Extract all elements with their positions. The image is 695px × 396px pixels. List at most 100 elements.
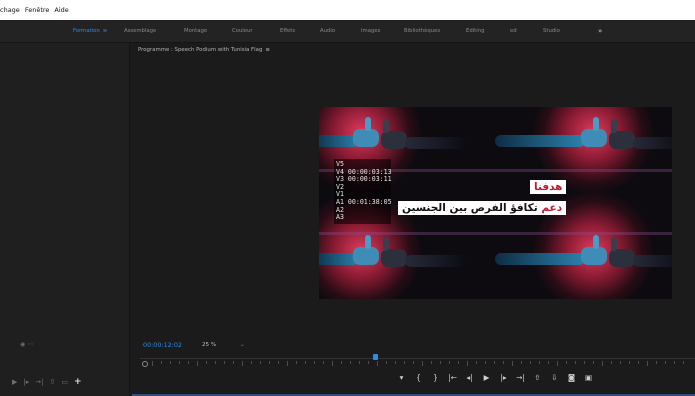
playhead-timecode[interactable]: 00:00:12:02 bbox=[143, 341, 182, 349]
ruler-tick bbox=[647, 361, 648, 366]
workspace-tab-formation[interactable]: Formation ≡ bbox=[73, 20, 107, 42]
mark-out-icon[interactable]: } bbox=[427, 373, 444, 382]
ruler-tick bbox=[350, 361, 351, 364]
ruler-tick bbox=[233, 361, 234, 364]
ruler-tick bbox=[449, 361, 450, 364]
ruler-tick bbox=[467, 361, 468, 366]
ruler-tick bbox=[602, 361, 603, 366]
ruler-tick bbox=[431, 361, 432, 364]
overwrite-icon[interactable]: ▭ bbox=[61, 378, 68, 386]
ruler-tick bbox=[314, 361, 315, 364]
video-thumb-dark bbox=[611, 237, 617, 251]
play-icon[interactable]: ▶ bbox=[12, 378, 17, 386]
ruler-zoom-handle-icon[interactable] bbox=[142, 361, 148, 367]
monitor-timecode-row: 00:00:12:02 25 % ⌄ bbox=[143, 341, 245, 349]
ruler-tick bbox=[287, 361, 288, 366]
ruler-tick bbox=[638, 361, 639, 364]
workspace-menu-icon[interactable]: ≡ bbox=[103, 28, 107, 34]
menu-item-aide[interactable]: Aide bbox=[54, 6, 68, 14]
ruler-tick bbox=[440, 361, 441, 364]
extract-icon[interactable]: ⇩ bbox=[546, 373, 563, 382]
workspace-bar: Formation ≡ Assemblage Montage Couleur Ef… bbox=[0, 20, 695, 43]
workspace-tab-editing[interactable]: Editing bbox=[466, 20, 484, 42]
workspace-tab-montage[interactable]: Montage bbox=[184, 20, 207, 42]
playhead[interactable] bbox=[373, 354, 379, 360]
ruler-tick bbox=[269, 361, 270, 364]
time-ruler[interactable] bbox=[140, 358, 695, 369]
caption-highlight: دعم bbox=[541, 202, 563, 214]
workspace-tab-couleur[interactable]: Couleur bbox=[232, 20, 253, 42]
video-thumb-dark bbox=[383, 237, 389, 251]
monitor-menu-icon[interactable]: ≡ bbox=[265, 47, 270, 53]
step-back-icon[interactable]: ◂| bbox=[461, 373, 478, 382]
video-arm-blue bbox=[495, 253, 585, 265]
insert-icon[interactable]: ⇧ bbox=[50, 378, 56, 386]
ruler-tick bbox=[575, 361, 576, 364]
ruler-tick bbox=[413, 361, 414, 364]
lift-icon[interactable]: ⇧ bbox=[529, 373, 546, 382]
ruler-tick bbox=[278, 361, 279, 364]
video-arm-dark bbox=[405, 255, 465, 267]
go-to-out-icon[interactable]: →| bbox=[35, 378, 43, 386]
workspace-tab-effets[interactable]: Effets bbox=[280, 20, 295, 42]
video-thumb-dark bbox=[383, 119, 389, 133]
ruler-tick bbox=[674, 361, 675, 364]
workspace-tab-label: Formation bbox=[73, 28, 100, 34]
zoom-level: 25 % bbox=[202, 342, 217, 348]
monitor-title[interactable]: Programme : Speech Podium with Tunisia F… bbox=[138, 47, 270, 53]
ruler-tick bbox=[188, 361, 189, 364]
video-thumb-blue bbox=[365, 117, 371, 131]
workspace-tab-ed[interactable]: ed bbox=[510, 20, 517, 42]
ruler-tick bbox=[422, 361, 423, 366]
video-fist-blue bbox=[581, 129, 607, 147]
video-arm-dark bbox=[633, 255, 672, 267]
track-timecode: A3 bbox=[336, 213, 344, 222]
workspace-tab-images[interactable]: Images bbox=[361, 20, 380, 42]
overflow-chevron-icon[interactable]: » bbox=[598, 20, 602, 42]
go-to-out-icon[interactable]: →| bbox=[512, 373, 529, 382]
zoom-scroll-icon[interactable]: ◉ ◦◦ bbox=[20, 341, 34, 348]
zoom-select[interactable]: 25 % ⌄ bbox=[202, 342, 245, 348]
add-button-icon[interactable]: + bbox=[74, 377, 82, 387]
workspace-tab-studio[interactable]: Studio bbox=[543, 20, 560, 42]
mark-in-icon[interactable]: { bbox=[410, 373, 427, 382]
video-fist-dark bbox=[609, 249, 635, 267]
caption-line-2: دعم تكافؤ الفرص بين الجنسين bbox=[398, 201, 567, 215]
ruler-tick bbox=[683, 361, 684, 364]
video-arm-dark bbox=[405, 137, 465, 149]
ruler-tick bbox=[161, 361, 162, 364]
play-icon[interactable]: ▶ bbox=[478, 373, 495, 382]
ruler-tick bbox=[332, 361, 333, 366]
video-fist-dark bbox=[609, 131, 635, 149]
ruler-tick bbox=[656, 361, 657, 364]
workspace-tab-bibliotheques[interactable]: Bibliothèques bbox=[404, 20, 440, 42]
video-fist-dark bbox=[381, 131, 407, 149]
caption-rest: تكافؤ الفرص بين الجنسين bbox=[402, 202, 542, 214]
ruler-tick bbox=[224, 361, 225, 364]
ruler-tick bbox=[260, 361, 261, 364]
ruler-tick bbox=[611, 361, 612, 364]
ruler-tick bbox=[458, 361, 459, 364]
video-thumb-blue bbox=[365, 235, 371, 249]
export-frame-icon[interactable]: ◙ bbox=[563, 373, 580, 382]
go-to-in-icon[interactable]: |← bbox=[444, 373, 461, 382]
monitor-title-label: Programme : Speech Podium with Tunisia F… bbox=[138, 47, 263, 53]
ruler-tick bbox=[494, 361, 495, 364]
ruler-tick bbox=[629, 361, 630, 364]
video-fist-blue bbox=[353, 247, 379, 265]
step-forward-icon[interactable]: |▸ bbox=[23, 378, 29, 386]
step-forward-icon[interactable]: |▸ bbox=[495, 373, 512, 382]
ruler-tick bbox=[530, 361, 531, 364]
ruler-tick bbox=[197, 361, 198, 366]
workspace-tab-assemblage[interactable]: Assemblage bbox=[124, 20, 156, 42]
workspace-tab-audio[interactable]: Audio bbox=[320, 20, 335, 42]
ruler-tick bbox=[170, 361, 171, 364]
comparison-view-icon[interactable]: ▣ bbox=[580, 373, 597, 382]
video-arm-blue bbox=[495, 135, 585, 147]
add-marker-icon[interactable]: ▾ bbox=[393, 373, 410, 382]
video-frame[interactable]: V5 V4 00:00:03:13 V3 00:00:03:11 V2 V1 A… bbox=[319, 107, 672, 299]
program-monitor: Programme : Speech Podium with Tunisia F… bbox=[130, 43, 695, 396]
menu-item-affichage[interactable]: chage bbox=[0, 6, 20, 14]
menu-item-fenetre[interactable]: Fenêtre bbox=[25, 6, 50, 14]
chevron-down-icon: ⌄ bbox=[240, 342, 245, 348]
